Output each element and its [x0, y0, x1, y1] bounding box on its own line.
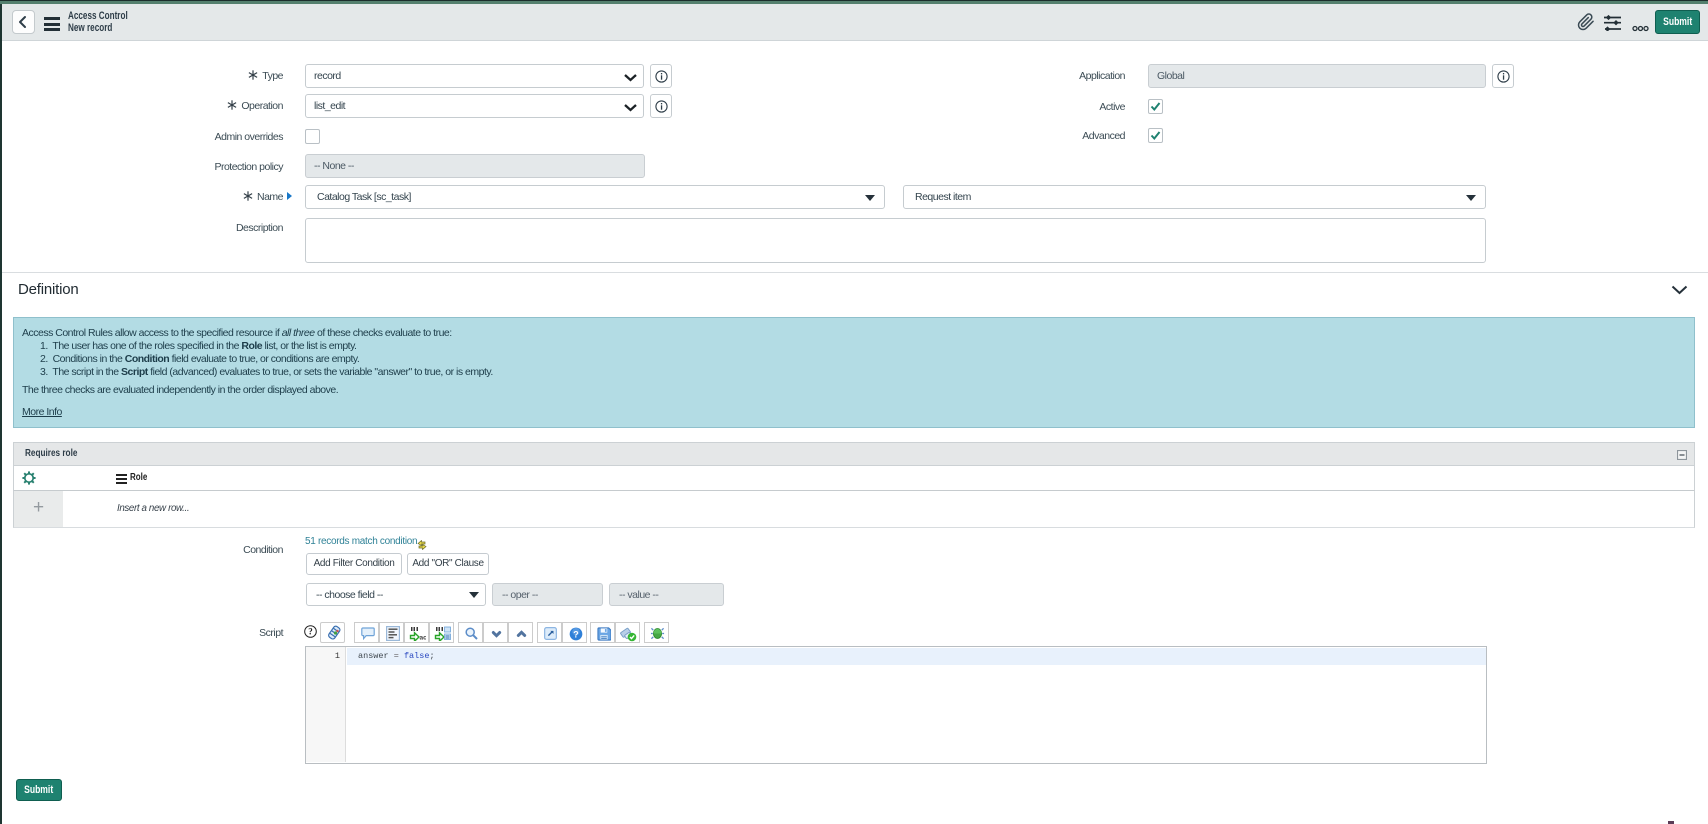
svg-text:?: ?: [308, 627, 313, 637]
svg-text:?: ?: [573, 629, 578, 639]
svg-text:ac: ac: [420, 635, 427, 642]
